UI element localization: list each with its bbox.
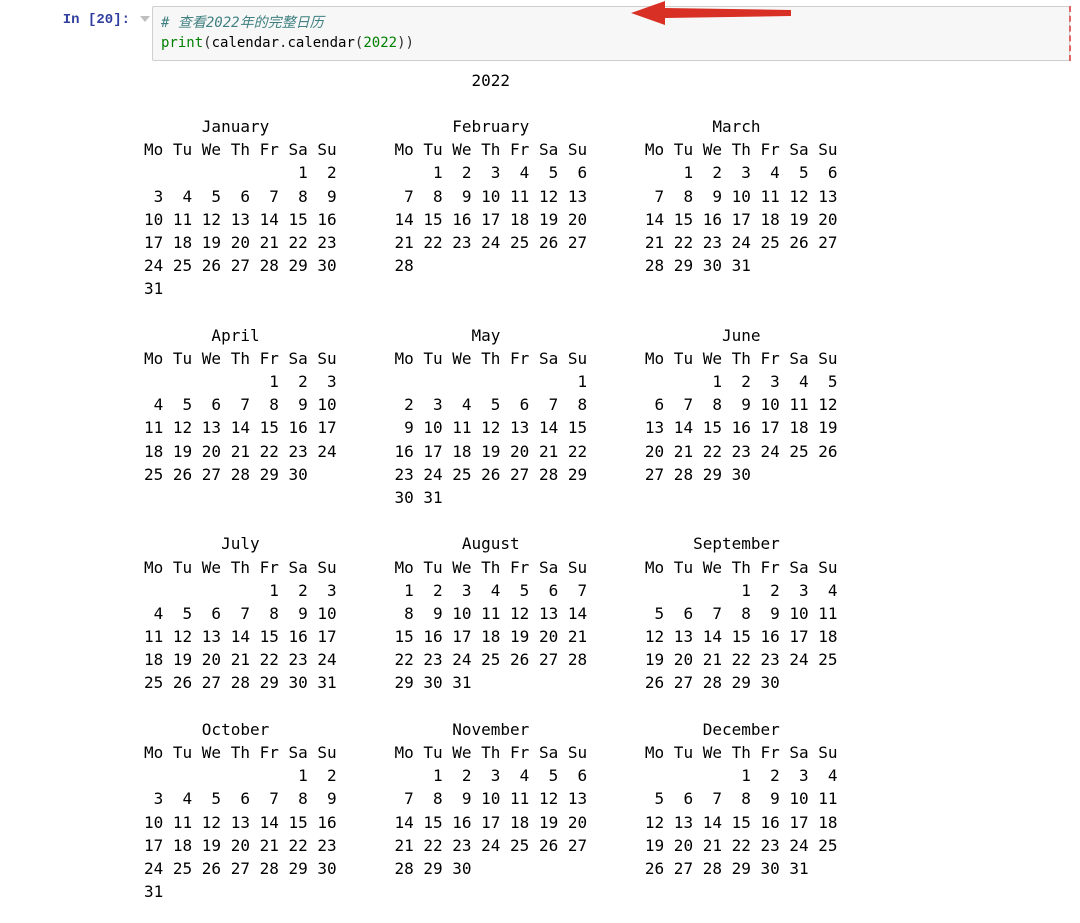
code-close-paren2: ) (397, 35, 405, 51)
chevron-down-icon (140, 16, 150, 22)
cell-collapse-toggle[interactable] (138, 6, 152, 24)
prompt-exec-count: 20 (96, 12, 113, 28)
calendar-output: 2022 January February March Mo Tu We Th … (144, 69, 838, 904)
code-editor[interactable]: # 查看2022年的完整日历 print(calendar.calendar(2… (152, 6, 1070, 61)
prompt-prefix: In (63, 12, 88, 28)
input-cell: In [20]: # 查看2022年的完整日历 print(calendar.c… (10, 6, 1070, 61)
input-prompt: In [20]: (10, 6, 138, 28)
code-module: calendar (212, 35, 279, 51)
prompt-close: ]: (113, 12, 130, 28)
code-close-paren: ) (406, 35, 414, 51)
code-comment: # 查看2022年的完整日历 (161, 15, 324, 31)
code-arg: 2022 (363, 35, 397, 51)
code-builtin: print (161, 35, 203, 51)
output-cell: 2022 January February March Mo Tu We Th … (10, 65, 1070, 904)
code-open-paren: ( (203, 35, 211, 51)
code-func: calendar (287, 35, 354, 51)
